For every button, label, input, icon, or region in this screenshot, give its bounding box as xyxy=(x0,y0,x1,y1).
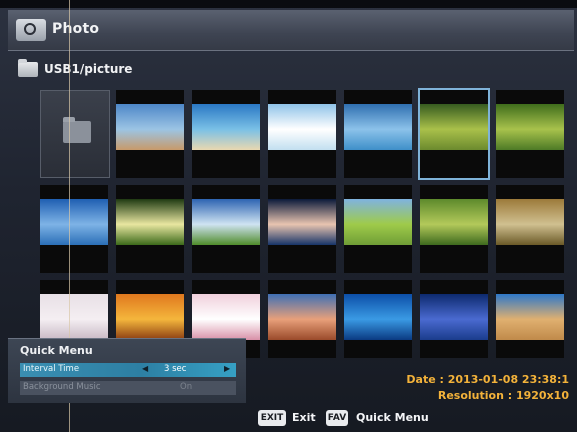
thumbnail-image xyxy=(344,104,412,150)
photo-thumbnail-snow-house[interactable] xyxy=(268,90,336,178)
photo-thumbnail-woman-portrait[interactable] xyxy=(268,185,336,273)
exit-label: Exit xyxy=(292,411,316,424)
thumbnail-image xyxy=(40,294,108,340)
thumbnail-image xyxy=(496,199,564,245)
camera-icon xyxy=(16,19,46,41)
photo-thumbnail-desert-dunes[interactable] xyxy=(496,280,564,358)
quick-menu-title: Quick Menu xyxy=(20,344,93,357)
folder-icon xyxy=(18,59,38,77)
thumbnail-image xyxy=(496,104,564,150)
arrow-left-icon[interactable]: ◀ xyxy=(142,364,148,373)
background-music-value: On xyxy=(180,382,193,392)
background-music-label: Background Music xyxy=(23,382,101,392)
thumbnail-image xyxy=(192,294,260,340)
tv-screen: Photo USB1/picture Quick Menu Interval T… xyxy=(0,0,577,432)
bezel xyxy=(0,0,577,8)
photo-thumbnail-green-field[interactable] xyxy=(496,90,564,178)
thumbnail-image xyxy=(420,199,488,245)
photo-thumbnail-autumn-trees[interactable] xyxy=(496,185,564,273)
photo-thumbnail-forest-path[interactable] xyxy=(418,88,490,180)
photo-info: Date : 2013-01-08 23:38:1 Resolution : 1… xyxy=(406,372,569,404)
photo-thumbnail-tree-sunrise[interactable] xyxy=(116,185,184,273)
title-bar: Photo xyxy=(8,10,574,51)
thumbnail-image xyxy=(420,104,488,150)
photo-thumbnail-blue-sky-sea[interactable] xyxy=(40,185,108,273)
thumbnail-image xyxy=(116,294,184,340)
photo-thumbnail-tropical-beach[interactable] xyxy=(192,90,260,178)
photo-thumbnail-sports-car[interactable] xyxy=(420,280,488,358)
thumbnail-image xyxy=(268,199,336,245)
interval-time-label: Interval Time xyxy=(23,364,80,374)
footer-hints: EXIT Exit FAV Quick Menu xyxy=(0,402,577,432)
thumbnail-image xyxy=(344,294,412,340)
photo-thumbnail-mountain-lake[interactable] xyxy=(192,185,260,273)
thumbnail-image xyxy=(344,199,412,245)
thumbnail-image xyxy=(192,104,260,150)
quick-menu-panel: Quick Menu Interval Time ◀ 3 sec ▶ Backg… xyxy=(8,338,246,403)
interval-time-option[interactable]: Interval Time ◀ 3 sec ▶ xyxy=(20,363,236,377)
thumbnail-image xyxy=(192,199,260,245)
thumbnail-image xyxy=(268,104,336,150)
thumbnail-image xyxy=(420,294,488,340)
photo-thumbnail-beach-sunset[interactable] xyxy=(116,90,184,178)
photo-thumbnail-tree-lined-road[interactable] xyxy=(420,185,488,273)
thumbnail-image xyxy=(40,199,108,245)
photo-grid xyxy=(40,88,568,362)
thumbnail-image xyxy=(116,104,184,150)
app-title: Photo xyxy=(52,21,100,37)
photo-date: Date : 2013-01-08 23:38:1 xyxy=(406,373,569,386)
photo-thumbnail-ocean-horizon[interactable] xyxy=(344,90,412,178)
exit-key-icon[interactable]: EXIT xyxy=(258,410,286,426)
interval-time-value: 3 sec xyxy=(164,364,187,374)
thumbnail-image xyxy=(268,294,336,340)
thumbnail-image xyxy=(496,294,564,340)
thumbnail-image xyxy=(116,199,184,245)
fav-key-icon[interactable]: FAV xyxy=(326,410,348,426)
photo-thumbnail-meadow[interactable] xyxy=(344,185,412,273)
background-music-option[interactable]: Background Music On xyxy=(20,381,236,395)
arrow-right-icon[interactable]: ▶ xyxy=(224,364,230,373)
quick-menu-label: Quick Menu xyxy=(356,411,429,424)
parent-folder-tile[interactable] xyxy=(40,90,110,178)
current-path: USB1/picture xyxy=(44,62,133,76)
photo-thumbnail-underwater[interactable] xyxy=(344,280,412,358)
folder-up-icon xyxy=(63,117,91,143)
breadcrumb: USB1/picture xyxy=(8,56,574,82)
photo-thumbnail-rock-canyon[interactable] xyxy=(268,280,336,358)
